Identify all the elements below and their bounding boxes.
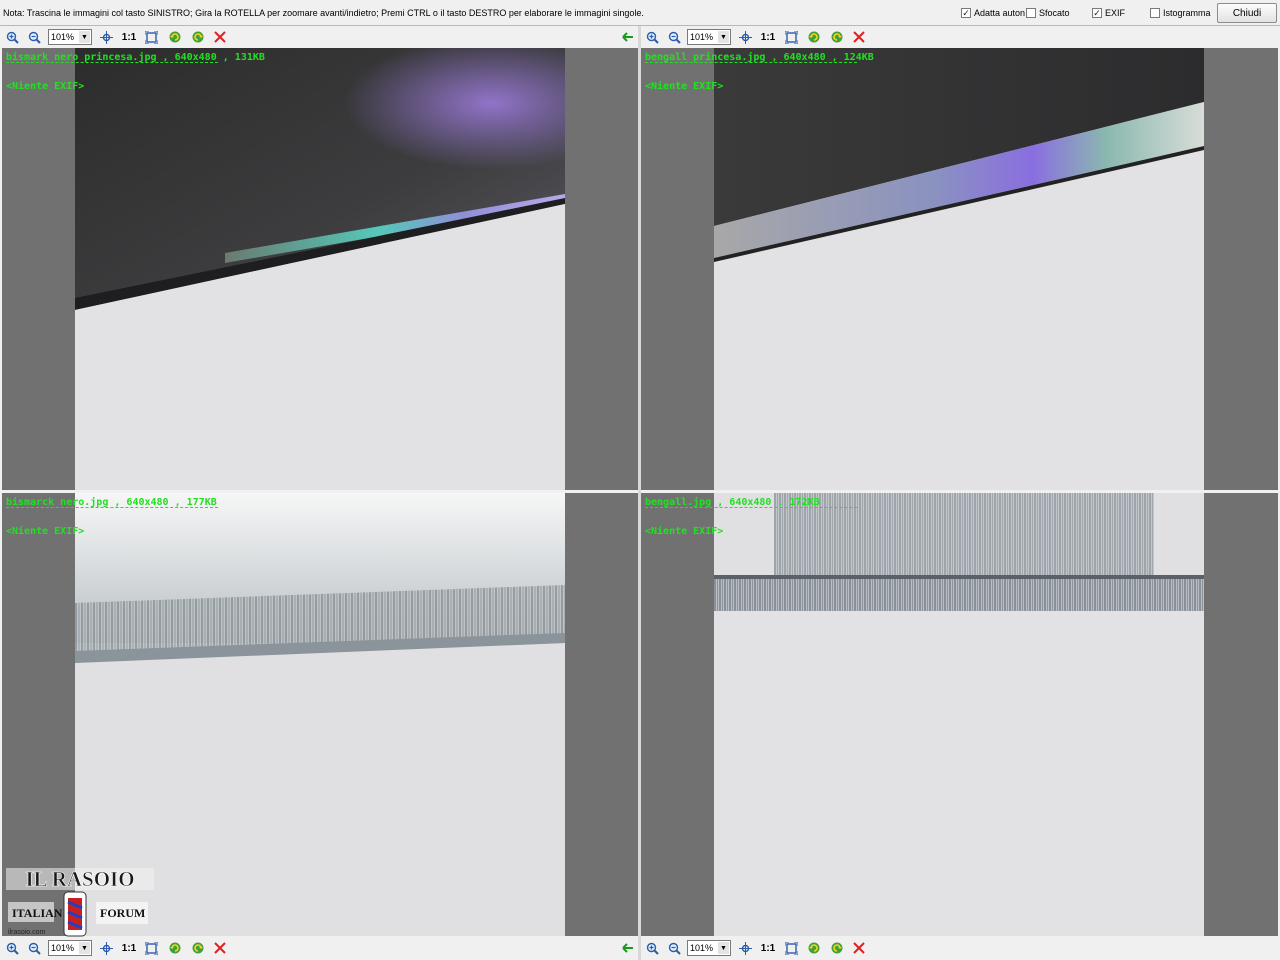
rotate-left-icon[interactable] [807,941,821,955]
exif-info: <Niente EXIF> [645,81,724,92]
info-divider [645,507,857,508]
actual-size-button[interactable]: 1:1 [760,941,776,955]
exif-info: <Niente EXIF> [645,526,724,537]
arrow-left-icon[interactable] [621,941,635,955]
option-istogramma[interactable]: Istogramma [1150,8,1211,18]
close-icon[interactable] [852,941,866,955]
zoom-select[interactable]: 101% ▼ [687,940,731,956]
sfocato-label: Sfocato [1039,8,1070,18]
exif-checkbox[interactable]: ✓ [1092,8,1102,18]
fit-window-icon[interactable] [784,941,798,955]
fit-center-icon[interactable] [738,30,752,44]
logo-left-word: ITALIAN [12,906,63,920]
toolbar-bottom-right: 101% ▼ 1:1 [641,937,1280,959]
toolbar-top-right: 101% ▼ 1:1 [641,26,1280,48]
zoom-out-icon[interactable] [667,941,681,955]
info-divider [645,62,857,63]
info-divider [6,62,218,63]
chevron-down-icon: ▼ [718,942,729,954]
info-divider [6,507,218,508]
top-bar: Nota: Trascina le immagini col tasto SIN… [0,0,1280,26]
adatta-auton-checkbox[interactable]: ✓ [961,8,971,18]
actual-size-button[interactable]: 1:1 [121,941,137,955]
option-adatta-auton[interactable]: ✓ Adatta auton [961,8,1025,18]
close-icon[interactable] [213,941,227,955]
zoom-in-icon[interactable] [5,941,19,955]
option-exif[interactable]: ✓ EXIF [1092,8,1125,18]
arrow-left-icon[interactable] [621,30,635,44]
rotate-right-icon[interactable] [191,30,205,44]
fit-window-icon[interactable] [144,30,158,44]
zoom-value: 101% [51,943,75,953]
rotate-right-icon[interactable] [191,941,205,955]
toolbar-bottom-left: 101% ▼ 1:1 [0,937,638,959]
logo-right-word: FORUM [100,906,145,920]
chevron-down-icon: ▼ [79,31,90,43]
close-icon[interactable] [213,30,227,44]
image-pane-top-left[interactable]: bismark nero princesa.jpg , 640x480 , 13… [2,48,638,490]
zoom-select[interactable]: 101% ▼ [48,940,92,956]
actual-size-button[interactable]: 1:1 [121,30,137,44]
zoom-out-icon[interactable] [27,941,41,955]
zoom-value: 101% [690,943,714,953]
rotate-left-icon[interactable] [168,30,182,44]
zoom-select[interactable]: 101% ▼ [687,29,731,45]
fit-center-icon[interactable] [99,941,113,955]
il-rasoio-logo: IL RASOIO ITALIAN FORUM ilrasoio.com [4,862,156,940]
logo-site: ilrasoio.com [8,929,46,936]
rotate-left-icon[interactable] [807,30,821,44]
exif-label: EXIF [1105,8,1126,18]
fit-center-icon[interactable] [99,30,113,44]
fit-center-icon[interactable] [738,941,752,955]
rotate-right-icon[interactable] [830,941,844,955]
image-pane-top-right[interactable]: bengall princesa.jpg , 640x480 , 124KB <… [641,48,1278,490]
istogramma-label: Istogramma [1163,8,1211,18]
fit-window-icon[interactable] [144,941,158,955]
zoom-in-icon[interactable] [645,30,659,44]
zoom-value: 101% [51,32,75,42]
chevron-down-icon: ▼ [79,942,90,954]
toolbar-top-left: 101% ▼ 1:1 [0,26,638,48]
logo-title: IL RASOIO [25,867,134,891]
zoom-value: 101% [690,32,714,42]
rotate-right-icon[interactable] [830,30,844,44]
close-button[interactable]: Chiudi [1217,3,1277,23]
fit-window-icon[interactable] [784,30,798,44]
image-pane-bottom-right[interactable]: bengall.jpg , 640x480 , 172KB <Niente EX… [641,493,1278,936]
exif-info: <Niente EXIF> [6,81,85,92]
exif-info: <Niente EXIF> [6,526,85,537]
adatta-auton-label: Adatta auton [974,8,1026,18]
actual-size-button[interactable]: 1:1 [760,30,776,44]
image-bengall [714,493,1204,936]
zoom-out-icon[interactable] [27,30,41,44]
image-bengall-princesa [714,48,1204,490]
instructions-note: Nota: Trascina le immagini col tasto SIN… [3,8,644,18]
close-icon[interactable] [852,30,866,44]
sfocato-checkbox[interactable] [1026,8,1036,18]
option-sfocato[interactable]: Sfocato [1026,8,1070,18]
image-bismark-nero-princesa [75,48,565,490]
zoom-in-icon[interactable] [645,941,659,955]
zoom-select[interactable]: 101% ▼ [48,29,92,45]
zoom-in-icon[interactable] [5,30,19,44]
rotate-left-icon[interactable] [168,941,182,955]
chevron-down-icon: ▼ [718,31,729,43]
istogramma-checkbox[interactable] [1150,8,1160,18]
zoom-out-icon[interactable] [667,30,681,44]
